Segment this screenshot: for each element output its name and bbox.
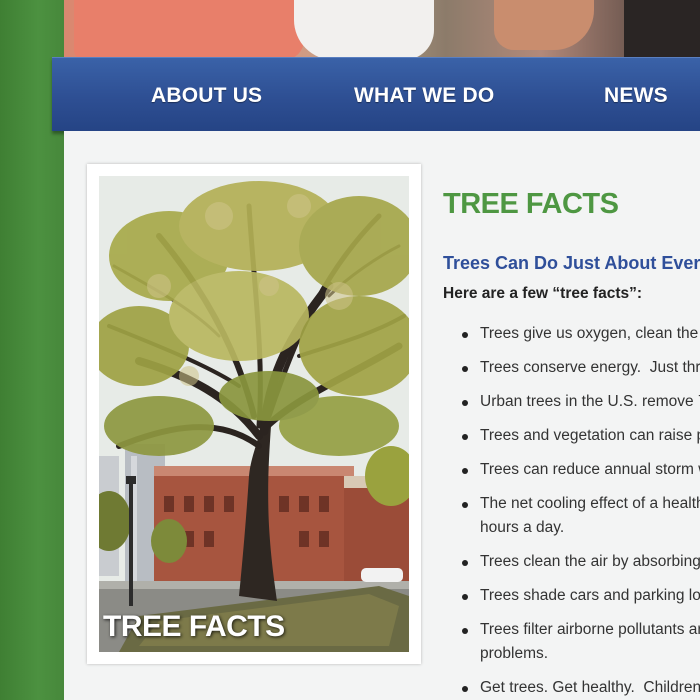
bullet-icon [462,560,468,566]
bullet-icon [462,628,468,634]
nav-item-about-us[interactable]: ABOUT US [151,84,262,108]
list-item: Trees filter airborne pollutants ar probl… [462,618,700,666]
bullet-icon [462,366,468,372]
fact-text: Trees shade cars and parking lot [480,587,700,604]
intro-text: Here are a few “tree facts”: [443,285,643,302]
nav-item-what-we-do[interactable]: WHAT WE DO [354,84,494,108]
tree-photo: TREE FACTS [99,176,409,652]
section-subtitle: Trees Can Do Just About Every [443,253,700,273]
list-item: Trees conserve energy. Just thr [462,356,700,380]
bullet-icon [462,686,468,692]
list-item: Get trees. Get healthy. Children [462,676,700,700]
tree-photo-frame: TREE FACTS [87,164,421,664]
fact-text-continued: hours a day. [480,519,565,536]
fact-text: Get trees. Get healthy. Children [480,679,700,696]
fact-text: Urban trees in the U.S. remove 7 [480,393,700,410]
list-item: Urban trees in the U.S. remove 7 [462,390,700,414]
page-title: TREE FACTS [443,188,619,220]
list-item: The net cooling effect of a health hours … [462,492,700,540]
bullet-icon [462,400,468,406]
bullet-icon [462,434,468,440]
hero-arm-shape [494,0,594,50]
list-item: Trees and vegetation can raise p [462,424,700,448]
fact-text: Trees can reduce annual storm w [480,461,700,478]
bullet-icon [462,594,468,600]
list-item: Trees can reduce annual storm w [462,458,700,482]
list-item: Trees give us oxygen, clean the a [462,322,700,346]
fact-text: Trees conserve energy. Just thr [480,359,700,376]
list-item: Trees clean the air by absorbing [462,550,700,574]
nav-item-news[interactable]: NEWS [604,84,668,108]
hero-vest-shape [74,0,304,60]
hero-banner-image [64,0,700,60]
list-item: Trees shade cars and parking lot [462,584,700,608]
fact-text: Trees clean the air by absorbing [480,553,700,570]
fact-text: The net cooling effect of a health [480,495,700,512]
fact-text: Trees and vegetation can raise p [480,427,700,444]
hero-shirt-shape [294,0,434,60]
fact-text: Trees filter airborne pollutants ar [480,621,700,638]
fact-text-continued: problems. [480,645,549,662]
tree-illustration [99,176,409,652]
main-navigation: ABOUT US WHAT WE DO NEWS [52,57,700,131]
bullet-icon [462,502,468,508]
bullet-icon [462,332,468,338]
tree-facts-list: Trees give us oxygen, clean the a Trees … [462,322,700,700]
bullet-icon [462,468,468,474]
photo-caption: TREE FACTS [103,610,285,643]
hero-dark-shape [624,0,700,60]
fact-text: Trees give us oxygen, clean the a [480,325,700,342]
